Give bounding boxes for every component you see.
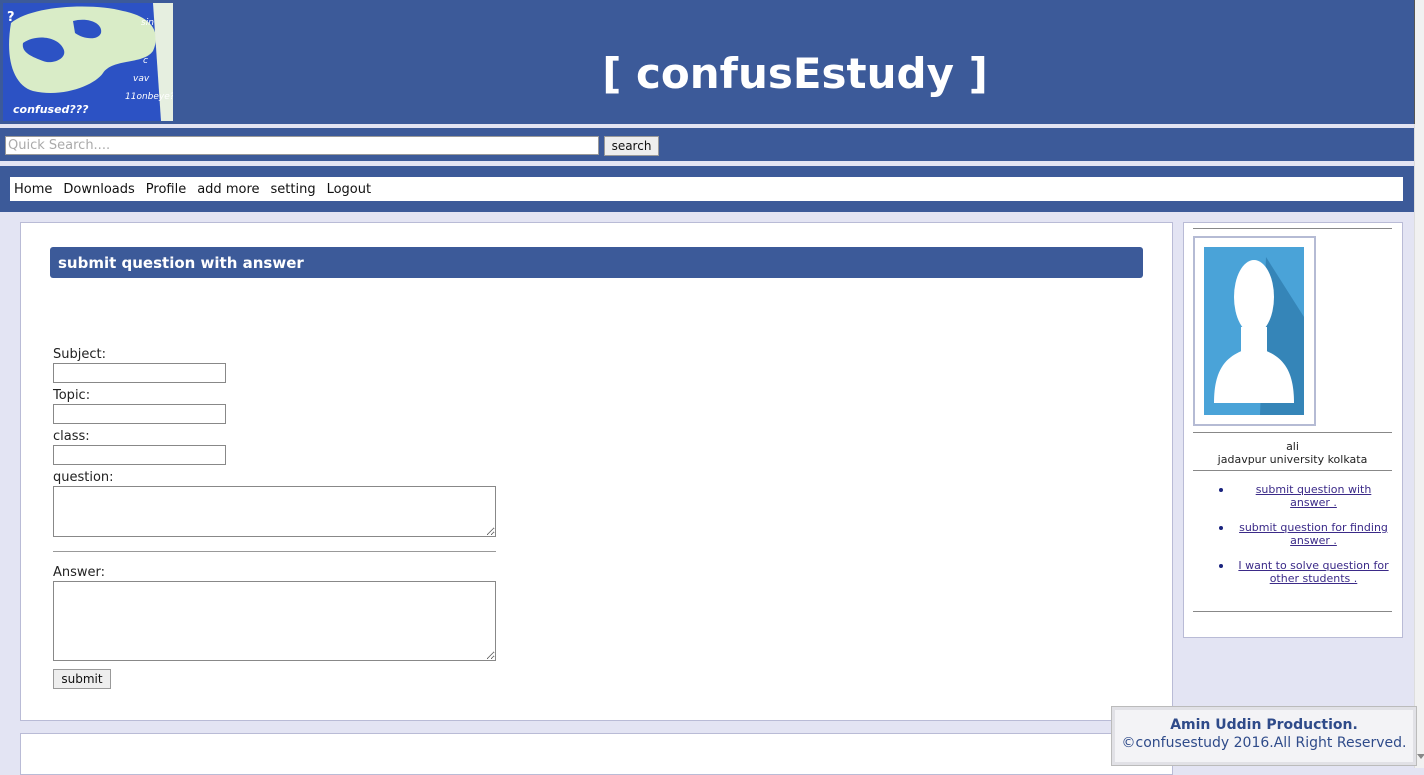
solve-questions-link[interactable]: I want to solve question for other stude… [1238,559,1388,585]
site-logo[interactable]: sin c vav 11onbeye? ? confused??? [3,3,173,121]
list-item: submit question for finding answer . [1193,521,1392,547]
user-university: jadavpur university kolkata [1217,453,1368,466]
class-field[interactable] [53,445,226,465]
question-label: question: [53,470,114,485]
nav-add-more[interactable]: add more [197,182,259,197]
svg-text:?: ? [7,10,15,25]
question-textarea[interactable] [53,486,496,537]
search-bar: search [0,128,1414,161]
footer-copyright: ©confusestudy 2016.All Right Reserved. [1121,735,1407,751]
class-label: class: [53,429,90,444]
scroll-down-arrow-icon[interactable] [1417,754,1424,759]
subject-label: Subject: [53,347,106,362]
svg-text:11onbeye?: 11onbeye? [125,92,173,102]
svg-text:sin: sin [141,18,154,28]
form-divider [53,551,496,552]
nav-logout[interactable]: Logout [327,182,372,197]
svg-text:c: c [143,56,148,66]
avatar[interactable] [1204,247,1304,415]
site-title: [ confusEstudy ] [602,49,988,98]
lower-panel [20,733,1173,775]
panel-title: submit question with answer [58,254,304,272]
nav-bar: Home Downloads Profile add more setting … [0,166,1414,212]
avatar-frame[interactable] [1193,236,1316,426]
nav-setting[interactable]: setting [271,182,316,197]
topic-label: Topic: [53,388,91,403]
submit-with-answer-link[interactable]: submit question with answer . [1256,483,1372,509]
page-scrollbar[interactable] [1414,0,1424,768]
panel-header: submit question with answer [50,247,1143,278]
submit-button[interactable]: submit [53,669,111,689]
submit-for-answer-link[interactable]: submit question for finding answer . [1239,521,1388,547]
nav-home[interactable]: Home [14,182,52,197]
sidebar-divider [1193,470,1392,471]
svg-text:vav: vav [133,74,150,84]
list-item: I want to solve question for other stude… [1193,559,1392,585]
nav-downloads[interactable]: Downloads [63,182,134,197]
list-item: submit question with answer . [1193,483,1392,509]
logo-text: confused??? [13,103,89,116]
topic-field[interactable] [53,404,226,424]
sidebar-divider [1193,228,1392,229]
sidebar-divider [1193,611,1392,612]
answer-textarea[interactable] [53,581,496,661]
main-panel: submit question with answer Subject: Top… [20,222,1173,721]
subject-field[interactable] [53,363,226,383]
search-button[interactable]: search [604,136,659,156]
search-input[interactable] [5,136,599,155]
sidebar-links: submit question with answer . submit que… [1193,483,1392,597]
footer: Amin Uddin Production. ©confusestudy 201… [1111,706,1417,766]
user-name: ali [1286,440,1299,453]
footer-credit: Amin Uddin Production. [1170,717,1358,733]
site-header: sin c vav 11onbeye? ? confused??? [ conf… [0,0,1415,124]
sidebar-divider [1193,432,1392,433]
answer-label: Answer: [53,565,106,580]
nav-profile[interactable]: Profile [146,182,186,197]
profile-sidebar: ali jadavpur university kolkata submit q… [1183,222,1403,638]
nav-menu: Home Downloads Profile add more setting … [10,177,1403,201]
